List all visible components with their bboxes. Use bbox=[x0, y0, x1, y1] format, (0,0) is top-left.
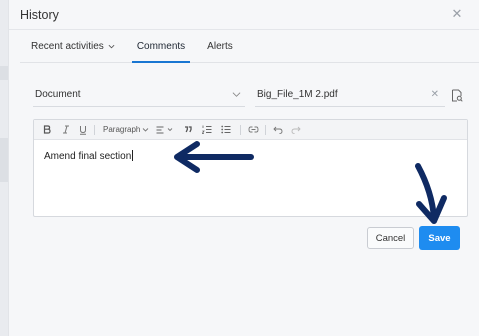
comment-text: Amend final section bbox=[44, 151, 132, 162]
backdrop-strip bbox=[0, 66, 8, 80]
toolbar-divider bbox=[240, 124, 242, 135]
chevron-down-icon bbox=[232, 92, 241, 97]
panel-title: History bbox=[20, 7, 59, 22]
file-field[interactable]: Big_File_1M 2.pdf ✕ bbox=[255, 83, 445, 107]
bold-icon[interactable] bbox=[40, 120, 54, 140]
cancel-button[interactable]: Cancel bbox=[367, 227, 414, 249]
chevron-down-icon bbox=[143, 127, 149, 132]
comment-target-row: Document Big_File_1M 2.pdf ✕ bbox=[33, 83, 469, 107]
align-icon[interactable] bbox=[154, 120, 176, 140]
document-select[interactable]: Document bbox=[33, 83, 245, 107]
chevron-down-icon bbox=[108, 44, 115, 48]
backdrop-strip bbox=[0, 138, 8, 182]
history-panel: History ✕ Recent activities Comments Ale… bbox=[8, 0, 479, 336]
save-button[interactable]: Save bbox=[419, 226, 460, 250]
tab-label: Comments bbox=[136, 40, 186, 52]
document-select-value: Document bbox=[35, 89, 81, 100]
editor-content[interactable]: Amend final section bbox=[44, 150, 134, 162]
italic-icon[interactable] bbox=[59, 120, 73, 140]
underline-icon[interactable] bbox=[76, 120, 90, 140]
link-icon[interactable] bbox=[245, 120, 261, 140]
tab-label: Alerts bbox=[207, 40, 233, 52]
redo-icon[interactable] bbox=[288, 120, 304, 140]
bullet-list-icon[interactable] bbox=[218, 120, 234, 140]
quote-icon[interactable] bbox=[180, 120, 196, 140]
document-search-icon[interactable] bbox=[451, 89, 463, 102]
tab-alerts[interactable]: Alerts bbox=[196, 30, 244, 62]
ordered-list-icon[interactable] bbox=[199, 120, 215, 140]
tab-comments[interactable]: Comments bbox=[126, 30, 196, 63]
comment-editor[interactable]: Paragraph Amend final section bbox=[33, 119, 468, 217]
tab-recent-activities[interactable]: Recent activities bbox=[20, 30, 126, 62]
tab-bar: Recent activities Comments Alerts bbox=[20, 30, 479, 63]
close-icon[interactable]: ✕ bbox=[431, 89, 439, 100]
tab-label: Recent activities bbox=[31, 40, 104, 52]
file-name: Big_File_1M 2.pdf bbox=[257, 89, 338, 100]
panel-header: History ✕ bbox=[9, 0, 479, 30]
close-icon[interactable]: ✕ bbox=[450, 7, 464, 21]
paragraph-label: Paragraph bbox=[103, 125, 141, 134]
text-caret bbox=[132, 150, 134, 161]
undo-icon[interactable] bbox=[270, 120, 286, 140]
editor-toolbar: Paragraph bbox=[34, 120, 467, 140]
paragraph-select[interactable]: Paragraph bbox=[99, 120, 151, 140]
toolbar-divider bbox=[265, 124, 267, 135]
toolbar-divider bbox=[94, 124, 95, 135]
